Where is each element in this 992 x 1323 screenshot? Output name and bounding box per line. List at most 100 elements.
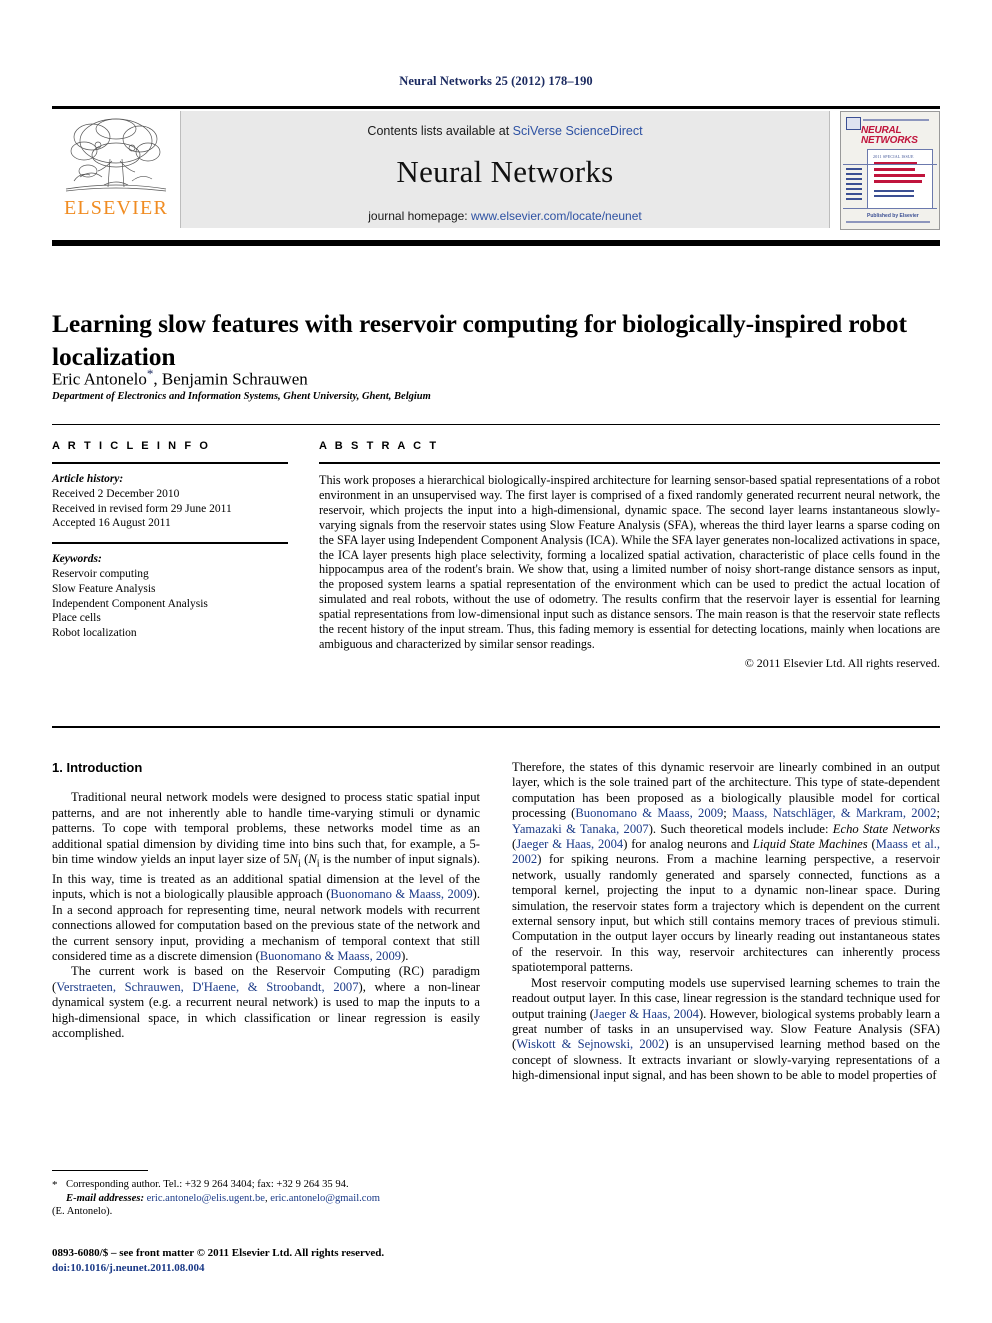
doi-line: doi:10.1016/j.neunet.2011.08.004	[52, 1261, 492, 1276]
article-history-label: Article history:	[52, 473, 124, 485]
cover-divider-2	[843, 208, 937, 209]
contents-prefix: Contents lists available at	[367, 124, 513, 138]
journal-homepage-line: journal homepage: www.elsevier.com/locat…	[368, 209, 642, 223]
cover-sidebar-lines	[846, 168, 862, 203]
section-heading-introduction: 1. Introduction	[52, 760, 143, 775]
elsevier-wordmark: ELSEVIER	[63, 197, 169, 219]
footnote-star: *	[52, 1179, 58, 1191]
journal-masthead: ELSEVIER Contents lists available at Sci…	[52, 106, 940, 230]
cover-feature-line2	[874, 168, 915, 171]
keyword-item: Robot localization	[52, 627, 137, 640]
article-history-group: Article history: Received 2 December 201…	[52, 472, 288, 531]
article-info-heading: A R T I C L E I N F O	[52, 440, 211, 452]
keyword-item: Independent Component Analysis	[52, 597, 208, 610]
homepage-prefix: journal homepage:	[368, 209, 471, 223]
paper-page: Neural Networks 25 (2012) 178–190 ELSEVI…	[0, 0, 992, 1323]
body-text: ;	[936, 806, 940, 821]
doi-link[interactable]: 10.1016/j.neunet.2011.08.004	[70, 1262, 204, 1274]
body-text: ). Such theoretical models include:	[648, 821, 833, 836]
keywords-rule	[52, 542, 288, 545]
keywords-label: Keywords:	[52, 553, 102, 566]
history-item: Received 2 December 2010	[52, 487, 180, 500]
abstract-text: This work proposes a hierarchical biolog…	[319, 473, 940, 651]
citation-link[interactable]: Wiskott & Sejnowski, 2002	[516, 1037, 664, 1051]
cover-feature-line3	[874, 174, 925, 177]
citation-link[interactable]: Buonomano & Maass, 2009	[330, 887, 472, 901]
author-1: Eric Antonelo	[52, 369, 147, 389]
cover-feature-lines	[874, 162, 926, 186]
body-text: (	[867, 837, 876, 852]
body-text: ) for spiking neurons. From a machine le…	[512, 852, 940, 975]
affiliation: Department of Electronics and Informatio…	[52, 391, 431, 402]
footnote-rule	[52, 1170, 148, 1171]
email-note: E-mail addresses: eric.antonelo@elis.uge…	[52, 1192, 480, 1206]
abstract-block-bottom-rule	[52, 726, 940, 728]
body-paragraph: Therefore, the states of this dynamic re…	[512, 760, 940, 976]
cover-editor-lines	[874, 190, 914, 200]
running-head: Neural Networks 25 (2012) 178–190	[399, 74, 593, 88]
keywords-group: Keywords: Reservoir computing Slow Featu…	[52, 552, 288, 641]
keyword-item: Reservoir computing	[52, 567, 149, 580]
abstract-rule	[319, 462, 940, 464]
abstract-block-top-rule	[52, 424, 940, 425]
citation-link[interactable]: Maass, Natschläger, & Markram, 2002	[732, 806, 936, 820]
cover-feature-box: 2011 SPECIAL ISSUE	[867, 149, 933, 209]
journal-title: Neural Networks	[396, 154, 614, 189]
cover-footer-text: Published by Elsevier	[867, 213, 919, 219]
footnote-block: * Corresponding author. Tel.: +32 9 264 …	[52, 1178, 480, 1219]
emphasis-text: Liquid State Machines	[752, 837, 868, 852]
page-title: Learning slow features with reservoir co…	[52, 309, 907, 372]
cover-issue-label: 2011 SPECIAL ISSUE	[873, 154, 914, 159]
citation-link[interactable]: Jaeger & Haas, 2004	[516, 837, 623, 851]
sciencedirect-link[interactable]: SciVerse ScienceDirect	[513, 124, 643, 138]
elsevier-tree-icon	[62, 115, 170, 197]
citation-link[interactable]: Buonomano & Maass, 2009	[260, 949, 401, 963]
history-item: Received in revised form 29 June 2011	[52, 502, 232, 515]
journal-cover-block: NEURAL NETWORKS 2011 SPECIAL ISSUE Publi…	[830, 111, 940, 230]
journal-cover-thumbnail: NEURAL NETWORKS 2011 SPECIAL ISSUE Publi…	[840, 111, 940, 230]
article-info-column: A R T I C L E I N F O Article history: R…	[52, 440, 288, 641]
cover-footer-rule	[846, 221, 930, 223]
body-paragraph: The current work is based on the Reservo…	[52, 964, 480, 1041]
body-paragraph: Traditional neural network models were d…	[52, 790, 480, 964]
email-link-1[interactable]: eric.antonelo@elis.ugent.be	[147, 1193, 265, 1204]
email-owner: (E. Antonelo).	[52, 1206, 113, 1217]
contents-available-line: Contents lists available at SciVerse Sci…	[367, 124, 642, 138]
citation-link[interactable]: Yamazaki & Tanaka, 2007	[512, 822, 649, 836]
abstract-heading: A B S T R A C T	[319, 440, 439, 452]
cover-logo-box	[846, 117, 861, 130]
emphasis-text: N	[289, 852, 298, 867]
citation-link[interactable]: Jaeger & Haas, 2004	[594, 1007, 699, 1021]
issn-line: 0893-6080/$ – see front matter © 2011 El…	[52, 1247, 385, 1259]
body-text: ;	[723, 806, 733, 821]
emphasis-text: Echo State Networks	[832, 821, 941, 836]
citation-link[interactable]: Buonomano & Maass, 2009	[575, 806, 723, 820]
journal-panel: Contents lists available at SciVerse Sci…	[180, 111, 830, 228]
body-column-left: 1. Introduction Traditional neural netwo…	[52, 760, 480, 1041]
journal-homepage-link[interactable]: www.elsevier.com/locate/neunet	[471, 209, 642, 223]
imprint-block: 0893-6080/$ – see front matter © 2011 El…	[52, 1246, 492, 1275]
body-column-right: Therefore, the states of this dynamic re…	[512, 760, 940, 1084]
masthead-bottom-rule	[52, 240, 940, 246]
body-text: ) for analog neurons and	[623, 837, 753, 852]
corresponding-author-note: Corresponding author. Tel.: +32 9 264 34…	[66, 1179, 349, 1190]
keyword-item: Place cells	[52, 612, 101, 625]
body-text: ).	[401, 948, 409, 963]
history-item: Accepted 16 August 2011	[52, 517, 171, 530]
abstract-copyright: © 2011 Elsevier Ltd. All rights reserved…	[744, 655, 940, 670]
cover-feature-line4	[874, 180, 923, 183]
author-2: , Benjamin Schrauwen	[153, 369, 308, 389]
email-link-2[interactable]: eric.antonelo@gmail.com	[270, 1193, 380, 1204]
cover-title-line2: NETWORKS	[861, 135, 918, 146]
citation-link[interactable]: Verstraeten, Schrauwen, D'Haene, & Stroo…	[56, 980, 358, 994]
cover-journal-title: NEURAL NETWORKS	[861, 126, 931, 146]
left-paragraph-container: Traditional neural network models were d…	[52, 790, 480, 1041]
cover-divider-1	[843, 164, 937, 165]
cover-top-rule	[863, 119, 929, 121]
emphasis-text: N	[308, 852, 317, 867]
email-label: E-mail addresses:	[66, 1192, 144, 1204]
body-paragraph: Most reservoir computing models use supe…	[512, 976, 940, 1084]
right-paragraph-container: Therefore, the states of this dynamic re…	[512, 760, 940, 1084]
abstract-column: A B S T R A C T This work proposes a hie…	[319, 440, 940, 671]
doi-prefix: doi:	[52, 1261, 71, 1274]
